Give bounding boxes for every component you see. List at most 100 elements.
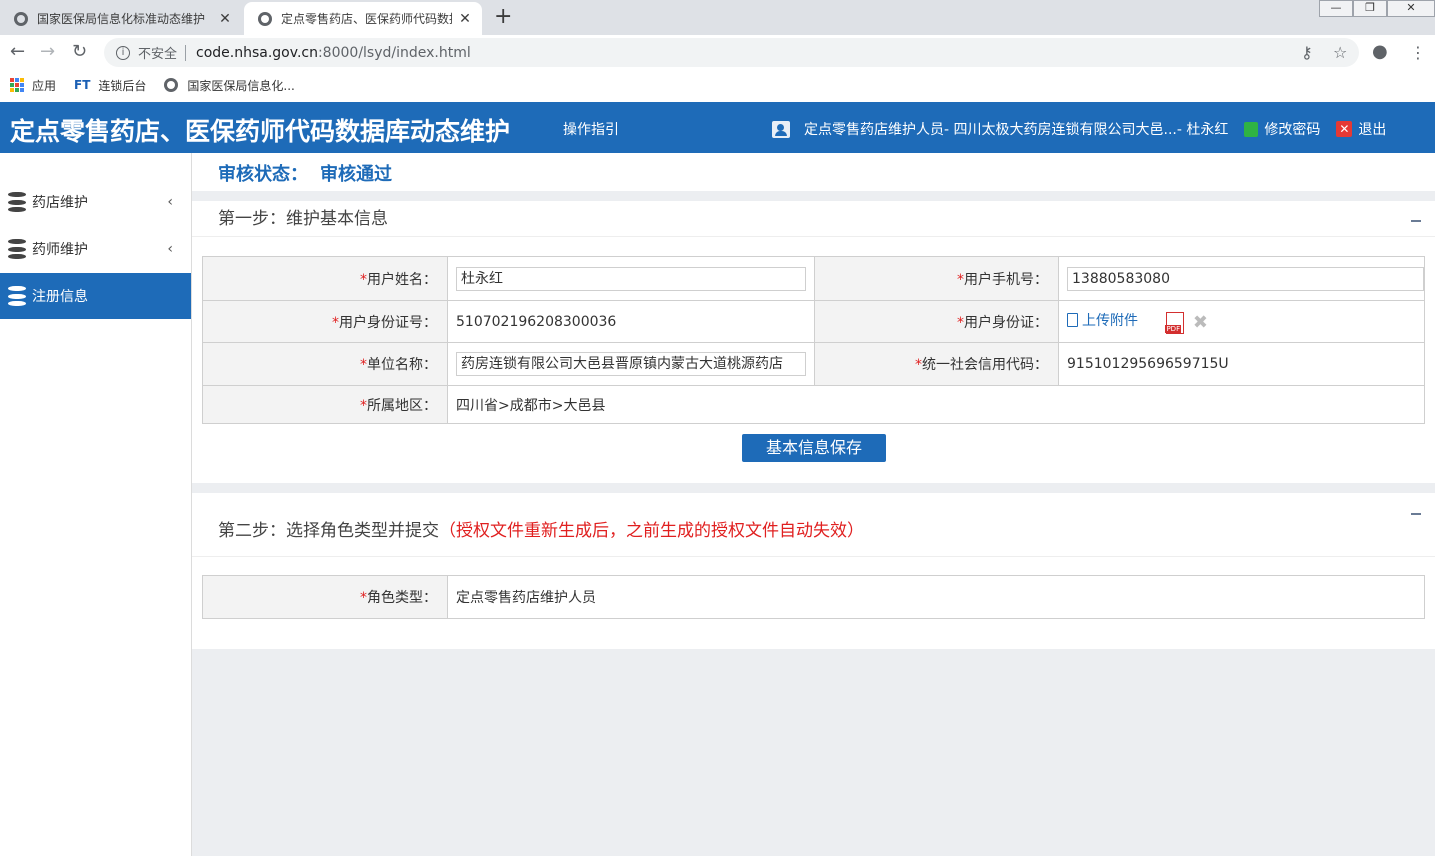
- form-row: *用户身份证号： 510702196208300036 *用户身份证： 上传附件…: [202, 300, 1425, 343]
- sidebar-item-registration[interactable]: 注册信息: [0, 273, 191, 319]
- close-icon[interactable]: ✕: [458, 11, 472, 27]
- bookmark-label: 应用: [32, 78, 57, 93]
- bookmark-chain-backend[interactable]: FT 连锁后台: [74, 77, 146, 94]
- database-icon: [8, 192, 26, 212]
- form-row: *所属地区： 四川省>成都市>大邑县: [202, 385, 1425, 424]
- phone-input[interactable]: 13880583080: [1067, 266, 1424, 291]
- sidebar: 药店维护 ‹ 药师维护 ‹ 注册信息: [0, 153, 192, 856]
- name-input[interactable]: 杜永红: [456, 266, 806, 291]
- browser-tab[interactable]: 国家医保局信息化标准动态维护 ✕: [0, 2, 242, 35]
- region-value: 四川省>成都市>大邑县: [447, 385, 1425, 424]
- url-host: code.nhsa.gov.cn: [196, 44, 318, 61]
- id-number-value: 510702196208300036: [447, 300, 815, 343]
- step1-title: 第一步：维护基本信息: [192, 201, 1435, 237]
- sidebar-item-label: 注册信息: [32, 289, 88, 305]
- apps-grid-icon: [10, 78, 24, 92]
- chevron-left-icon: ‹: [167, 194, 173, 210]
- window-controls: — ❐ ✕: [1319, 0, 1435, 17]
- role-type-value: 定点零售药店维护人员: [447, 575, 1425, 619]
- basic-info-form: *用户姓名： 杜永红 *用户手机号： 13880583080 *用户身份证号： …: [202, 256, 1425, 424]
- key-icon[interactable]: ⚷: [1301, 43, 1313, 62]
- audit-status-value: 审核通过: [320, 164, 392, 185]
- app-header: 定点零售药店、医保药师代码数据库动态维护 操作指引 定点零售药店维护人员- 四川…: [0, 102, 1435, 153]
- reload-icon[interactable]: ↻: [72, 41, 87, 63]
- org-name-input[interactable]: 药房连锁有限公司大邑县晋原镇内蒙古大道桃源药店: [456, 352, 806, 376]
- sidebar-item-label: 药师维护: [32, 242, 88, 258]
- app-title: 定点零售药店、医保药师代码数据库动态维护: [10, 117, 511, 146]
- field-label: *用户手机号：: [814, 256, 1059, 301]
- database-icon: [8, 239, 26, 259]
- form-row: *角色类型： 定点零售药店维护人员: [202, 575, 1425, 619]
- role-form: *角色类型： 定点零售药店维护人员: [202, 575, 1425, 619]
- address-bar-row: ← → ↻ i 不安全 code.nhsa.gov.cn :8000/lsyd/…: [0, 35, 1435, 69]
- form-row: *单位名称： 药房连锁有限公司大邑县晋原镇内蒙古大道桃源药店 *统一社会信用代码…: [202, 342, 1425, 386]
- field-value-cell: 药房连锁有限公司大邑县晋原镇内蒙古大道桃源药店: [447, 342, 815, 386]
- save-basic-info-button[interactable]: 基本信息保存: [742, 434, 886, 462]
- pdf-icon[interactable]: [1165, 311, 1185, 334]
- field-label: *用户身份证号：: [202, 300, 448, 343]
- new-tab-button[interactable]: +: [494, 6, 512, 28]
- upload-attachment-link[interactable]: 上传附件: [1067, 310, 1138, 330]
- step2-title-text: 第二步：选择角色类型并提交: [218, 521, 439, 541]
- user-info: 定点零售药店维护人员- 四川太极大药房连锁有限公司大邑...- 杜永红: [804, 122, 1229, 138]
- window-close-button[interactable]: ✕: [1387, 0, 1435, 17]
- bookmark-nhsa[interactable]: 国家医保局信息化...: [164, 77, 295, 94]
- sidebar-item-label: 药店维护: [32, 195, 88, 211]
- bookmarks-bar: 应用 FT 连锁后台 国家医保局信息化...: [0, 69, 1435, 101]
- star-icon[interactable]: ☆: [1333, 43, 1347, 62]
- audit-status: 审核状态： 审核通过: [218, 160, 392, 186]
- step2-panel: 第二步：选择角色类型并提交（授权文件重新生成后，之前生成的授权文件自动失效） *…: [192, 493, 1435, 649]
- minimize-button[interactable]: —: [1319, 0, 1353, 17]
- globe-icon: [258, 11, 272, 26]
- step2-title: 第二步：选择角色类型并提交（授权文件重新生成后，之前生成的授权文件自动失效）: [192, 493, 1435, 557]
- info-icon[interactable]: i: [116, 45, 130, 60]
- credit-code-value: 91510129569659715U: [1058, 342, 1425, 386]
- user-area: 定点零售药店维护人员- 四川太极大药房连锁有限公司大邑...- 杜永红 修改密码…: [772, 119, 1386, 139]
- logout-link[interactable]: 退出: [1358, 119, 1386, 139]
- field-value-cell: 13880583080: [1058, 256, 1425, 301]
- sidebar-item-pharmacist[interactable]: 药师维护 ‹: [0, 226, 191, 272]
- divider: [185, 44, 187, 61]
- security-label: 不安全: [138, 47, 178, 62]
- lock-icon: [1244, 121, 1259, 137]
- globe-icon: [14, 11, 28, 26]
- tab-title: 定点零售药店、医保药师代码数据: [281, 12, 452, 26]
- field-label: *角色类型：: [202, 575, 448, 619]
- bookmark-apps[interactable]: 应用: [10, 77, 56, 94]
- url-input[interactable]: i 不安全 code.nhsa.gov.cn :8000/lsyd/index.…: [104, 38, 1359, 67]
- globe-icon: [164, 78, 179, 92]
- field-label: *统一社会信用代码：: [814, 342, 1059, 386]
- field-value-cell: 上传附件 ✖: [1058, 300, 1425, 343]
- collapse-icon[interactable]: [1411, 220, 1421, 222]
- field-label: *单位名称：: [202, 342, 448, 386]
- step2-warning: （授权文件重新生成后，之前生成的授权文件自动失效）: [439, 521, 864, 541]
- logout-icon: ✕: [1336, 121, 1353, 137]
- field-label: *用户姓名：: [202, 256, 448, 301]
- back-arrow-icon[interactable]: ←: [10, 41, 25, 63]
- change-password-link[interactable]: 修改密码: [1264, 119, 1320, 139]
- browser-tab-strip: 国家医保局信息化标准动态维护 ✕ 定点零售药店、医保药师代码数据 ✕ + — ❐…: [0, 0, 1435, 35]
- main-content: 审核状态： 审核通过 第一步：维护基本信息 *用户姓名： 杜永红 *用户手机号： …: [192, 153, 1435, 856]
- field-value-cell: 杜永红: [447, 256, 815, 301]
- menu-dots-icon[interactable]: ⋮: [1410, 43, 1426, 62]
- bookmark-label: 连锁后台: [98, 78, 147, 93]
- step1-panel: 第一步：维护基本信息 *用户姓名： 杜永红 *用户手机号： 1388058308…: [192, 201, 1435, 483]
- bookmark-label: 国家医保局信息化...: [187, 78, 295, 93]
- collapse-icon[interactable]: [1411, 513, 1421, 515]
- account-icon[interactable]: ●: [1372, 41, 1388, 62]
- audit-status-bar: 审核状态： 审核通过: [192, 153, 1435, 191]
- audit-status-label: 审核状态：: [218, 164, 308, 185]
- delete-icon[interactable]: ✖: [1193, 312, 1208, 333]
- sidebar-item-pharmacy[interactable]: 药店维护 ‹: [0, 179, 191, 225]
- file-icon: [1067, 312, 1078, 327]
- tab-title: 国家医保局信息化标准动态维护: [37, 12, 206, 26]
- restore-button[interactable]: ❐: [1353, 0, 1387, 17]
- chevron-left-icon: ‹: [167, 241, 173, 257]
- field-label: *用户身份证：: [814, 300, 1059, 343]
- close-icon[interactable]: ✕: [218, 11, 232, 27]
- browser-tab-active[interactable]: 定点零售药店、医保药师代码数据 ✕: [244, 2, 482, 35]
- guide-link[interactable]: 操作指引: [563, 119, 619, 139]
- upload-label: 上传附件: [1082, 312, 1138, 329]
- database-icon: [8, 286, 26, 306]
- forward-arrow-icon[interactable]: →: [40, 41, 55, 63]
